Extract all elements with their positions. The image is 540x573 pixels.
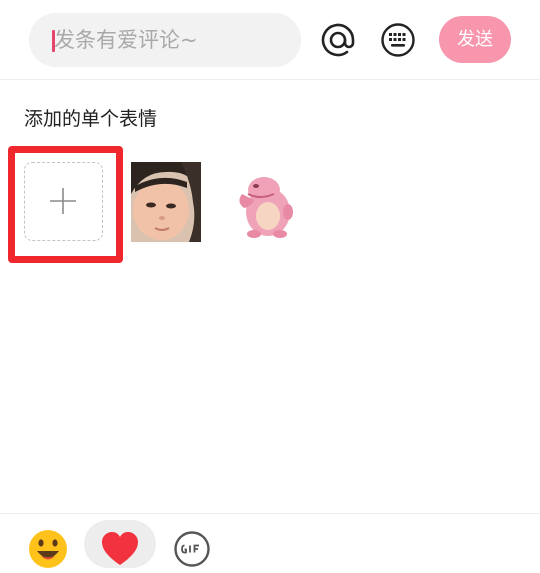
comment-bar: 发条有爱评论~ 发送 — [0, 0, 540, 80]
comment-placeholder: 发条有爱评论~ — [54, 28, 198, 52]
gif-icon[interactable] — [173, 530, 211, 568]
send-button[interactable]: 发送 — [439, 16, 511, 63]
heart-icon[interactable] — [101, 532, 139, 566]
section-title: 添加的单个表情 — [24, 108, 158, 130]
at-icon[interactable] — [320, 22, 356, 58]
emoji-icon[interactable] — [28, 529, 68, 569]
pink-creature-sticker[interactable] — [234, 172, 298, 240]
comment-input[interactable]: 发条有爱评论~ — [29, 13, 301, 67]
bottom-tab-bar — [0, 513, 540, 568]
baby-face-sticker[interactable] — [131, 162, 201, 242]
add-sticker-button[interactable] — [24, 162, 103, 241]
keyboard-icon[interactable] — [380, 22, 416, 58]
plus-icon — [50, 188, 76, 214]
